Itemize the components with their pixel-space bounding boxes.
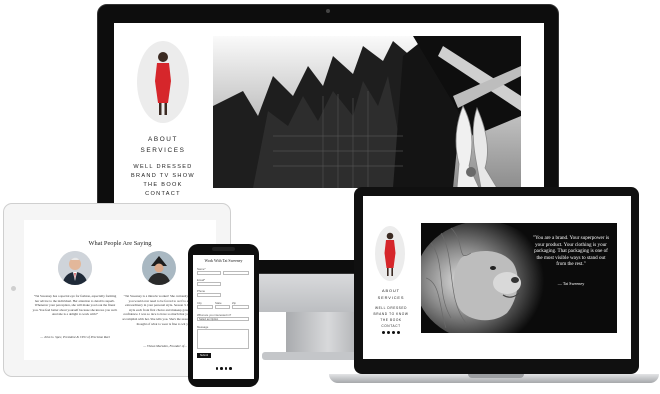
linkedin-icon[interactable] [397, 331, 400, 334]
instagram-icon[interactable] [392, 331, 395, 334]
phone-speaker [212, 247, 235, 251]
laptop-nav-contact[interactable]: CONTACT [363, 324, 419, 328]
last-name-input[interactable] [223, 271, 249, 275]
message-textarea[interactable] [197, 329, 249, 349]
testimonial-avatar-left [58, 251, 92, 285]
laptop-nav-brand[interactable]: BRAND TO KNOW [363, 312, 419, 316]
hero-quote: "You are a brand. Your superpower is you… [532, 235, 610, 268]
laptop-screen: ABOUT SERVICES WELL DRESSED BRAND TO KNO… [363, 196, 631, 359]
laptop-social-icons [363, 331, 419, 334]
nav-well-dressed[interactable]: WELL DRESSED [122, 164, 204, 170]
imac-avatar [137, 41, 189, 123]
testimonial-avatar-right [142, 251, 176, 285]
nav-about[interactable]: ABOUT [122, 136, 204, 143]
testimonial-left-text: "Tai Sweeney has a special eye for fashi… [32, 294, 118, 317]
interest-select[interactable]: Select an Option [197, 317, 249, 321]
testimonial-left-attribution: — John G. Spec, President & CEO of Preci… [40, 335, 110, 339]
first-name-input[interactable] [197, 271, 221, 275]
phone-input[interactable] [197, 293, 221, 297]
phone-screen: Work With Tai Sweeney Name* Email* Phone… [193, 255, 254, 379]
facebook-icon[interactable] [215, 367, 218, 370]
laptop-nav-services[interactable]: SERVICES [363, 295, 419, 300]
twitter-icon[interactable] [220, 367, 223, 370]
camera-icon [326, 9, 330, 13]
laptop-nav-about[interactable]: ABOUT [363, 288, 419, 293]
facebook-icon[interactable] [382, 331, 385, 334]
nav-brand-tv-show[interactable]: BRAND TV SHOW [122, 173, 204, 179]
testimonials-heading: What People Are Saying [88, 240, 152, 247]
laptop-notch [468, 374, 524, 378]
hero-image-lion: "You are a brand. Your superpower is you… [421, 223, 617, 333]
nav-the-book[interactable]: THE BOOK [122, 182, 204, 188]
email-input[interactable] [197, 282, 221, 286]
tablet-home-button[interactable] [11, 286, 16, 291]
laptop-nav-the-book[interactable]: THE BOOK [363, 318, 419, 322]
zip-input[interactable] [232, 305, 249, 309]
hero-quote-attribution: — Tai Sweeney [557, 281, 585, 286]
twitter-icon[interactable] [387, 331, 390, 334]
phone-social-icons [193, 367, 254, 370]
instagram-icon[interactable] [224, 367, 227, 370]
nav-services[interactable]: SERVICES [122, 147, 204, 154]
state-input[interactable] [215, 305, 230, 309]
submit-button[interactable]: Submit [197, 353, 211, 358]
laptop-avatar [375, 226, 405, 281]
city-input[interactable] [197, 305, 213, 309]
hero-image-buildings [213, 36, 521, 188]
linkedin-icon[interactable] [229, 367, 232, 370]
laptop-nav-well-dressed[interactable]: WELL DRESSED [363, 306, 419, 310]
nav-contact[interactable]: CONTACT [122, 191, 204, 197]
contact-form-heading: Work With Tai Sweeney [204, 259, 243, 263]
